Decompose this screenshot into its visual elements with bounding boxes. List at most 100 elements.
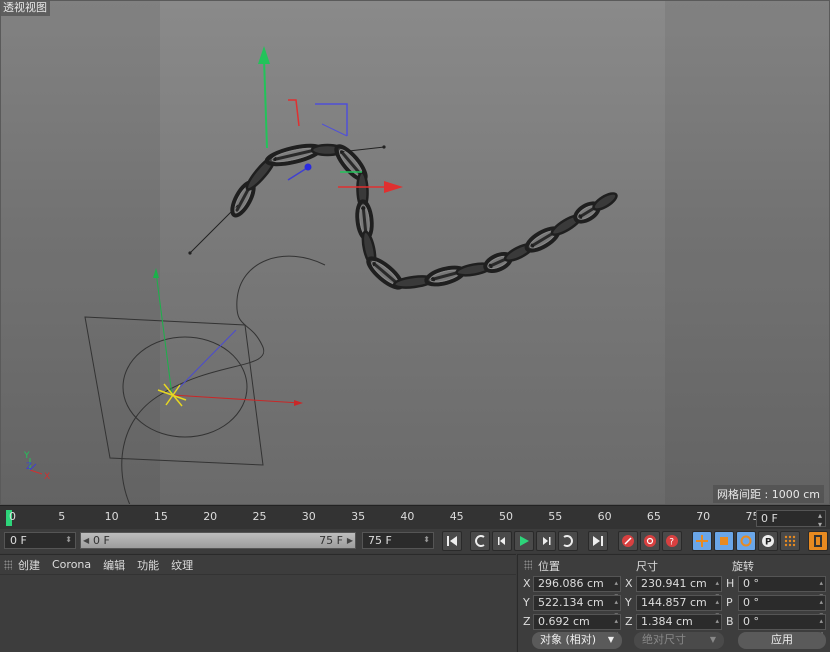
next-frame-icon (543, 537, 551, 545)
timeline-tick-label: 10 (104, 510, 119, 523)
record-keys-button[interactable] (618, 531, 638, 551)
transport-bar: 0 F ⬍ ◀ 0 F 75 F ▶ 75 F ⬍ ? P (0, 529, 830, 553)
next-frame-button[interactable] (536, 531, 556, 551)
key-scale-button[interactable] (714, 531, 734, 551)
svg-text:Y: Y (23, 451, 30, 461)
coord-row-z: Z 0.692 cm▴▾ Z 1.384 cm▴▾ B 0 °▴▾ (518, 613, 830, 638)
key-pla-button[interactable] (780, 531, 800, 551)
rotate-handle-x[interactable] (288, 99, 300, 127)
min-frame-field[interactable]: 0 F ⬍ (4, 532, 76, 549)
chain-link (245, 155, 277, 191)
menu-create[interactable]: 创建 (18, 557, 40, 573)
material-manager-panel[interactable]: 创建 Corona 编辑 功能 纹理 (0, 554, 516, 652)
rotation-h-value: 0 ° (743, 577, 759, 590)
key-param-button[interactable]: P (758, 531, 778, 551)
scene-canvas[interactable]: Y Z X (0, 0, 830, 505)
size-y-value: 144.857 cm (641, 596, 707, 609)
size-mode-value: 绝对尺寸 (642, 633, 686, 646)
coordinate-mode-dropdown[interactable]: 对象 (相对) ▼ (532, 632, 622, 649)
position-z-field[interactable]: 0.692 cm▴▾ (533, 614, 621, 638)
menu-corona[interactable]: Corona (52, 558, 91, 571)
svg-text:P: P (765, 538, 772, 548)
coord-row-x: X 296.086 cm▴▾ X 230.941 cm▴▾ H 0 °▴▾ (518, 575, 830, 600)
position-z-value: 0.692 cm (538, 615, 590, 628)
range-start-value: 0 F (93, 534, 110, 547)
x-axis-arrow[interactable] (384, 181, 403, 193)
apply-button[interactable]: 应用 (738, 632, 826, 649)
position-header: 位置 (538, 560, 560, 573)
panel-grip-icon[interactable] (524, 560, 532, 570)
chain-link (592, 192, 618, 211)
rotation-p-field[interactable]: 0 °▴▾ (738, 595, 826, 619)
timeline-tick-label: 70 (696, 510, 711, 523)
axis-label: Y (625, 596, 632, 609)
goto-end-button[interactable] (588, 531, 608, 551)
axis-label: Z (523, 615, 531, 628)
range-left-arrow-icon[interactable]: ◀ (83, 534, 89, 548)
autokey-button[interactable] (640, 531, 660, 551)
key-position-button[interactable] (692, 531, 712, 551)
range-right-arrow-icon[interactable]: ▶ (347, 534, 353, 548)
menu-texture[interactable]: 纹理 (171, 557, 193, 573)
prev-frame-button[interactable] (492, 531, 512, 551)
spline-axis-gizmo[interactable] (153, 268, 303, 407)
prev-key-button[interactable] (470, 531, 490, 551)
current-frame-value: 0 F (761, 512, 778, 525)
rotation-h-field[interactable]: 0 °▴▾ (738, 576, 826, 600)
max-frame-field[interactable]: 75 F ⬍ (362, 532, 434, 549)
current-frame-field[interactable]: 0 F ▴ ▾ (756, 510, 826, 529)
z-axis-handle[interactable] (304, 163, 312, 171)
size-x-value: 230.941 cm (641, 577, 707, 590)
panel-grip-icon[interactable] (4, 559, 12, 570)
size-mode-dropdown[interactable]: 绝对尺寸 ▼ (634, 632, 724, 649)
move-cross-icon (696, 535, 708, 547)
chain-object[interactable] (228, 142, 619, 292)
frame-range-slider[interactable]: ◀ 0 F 75 F ▶ (80, 532, 356, 549)
position-y-value: 522.134 cm (538, 596, 604, 609)
size-z-value: 1.384 cm (641, 615, 693, 628)
menu-edit[interactable]: 编辑 (103, 557, 125, 573)
menu-function[interactable]: 功能 (137, 557, 159, 573)
material-menubar: 创建 Corona 编辑 功能 纹理 (0, 555, 516, 575)
film-strip-button[interactable] (808, 531, 828, 551)
play-button[interactable] (514, 531, 534, 551)
spin-arrows-icon[interactable]: ⬍ (65, 533, 72, 547)
size-z-field[interactable]: 1.384 cm▴▾ (636, 614, 722, 638)
goto-start-button[interactable] (442, 531, 462, 551)
timeline-tick-label: 20 (203, 510, 218, 523)
spin-arrows-icon[interactable]: ⬍ (423, 533, 430, 547)
axis-label: Y (523, 596, 530, 609)
spin-arrows-icon[interactable]: ▴▾ (818, 511, 822, 529)
timeline-tick-label: 60 (597, 510, 612, 523)
max-frame-value: 75 F (368, 534, 392, 547)
dropdown-arrow-icon: ▼ (709, 635, 716, 644)
position-x-field[interactable]: 296.086 cm▴▾ (533, 576, 621, 600)
perspective-viewport[interactable]: Y Z X 透视视图 网格间距 : 1000 cm (0, 0, 830, 505)
svg-text:?: ? (669, 538, 674, 548)
axis-label: H (726, 577, 735, 590)
keyframe-selection-button[interactable]: ? (662, 531, 682, 551)
timeline-ruler[interactable]: 0 5 10 15 20 25 30 35 40 45 50 55 60 65 70 75 0 F ▴ ▾ (0, 505, 830, 529)
spline-object[interactable] (84, 255, 326, 505)
chain-spine (234, 148, 615, 286)
axis-label: Z (625, 615, 633, 628)
viewport-title[interactable]: 透视视图 (0, 0, 50, 16)
move-gizmo[interactable] (258, 46, 403, 193)
next-key-button[interactable] (558, 531, 578, 551)
prev-key-icon (475, 535, 485, 547)
timeline-tick-label: 15 (153, 510, 168, 523)
goto-end-icon (593, 536, 603, 546)
coordinate-mode-value: 对象 (相对) (540, 633, 597, 646)
size-y-field[interactable]: 144.857 cm▴▾ (636, 595, 722, 619)
timeline-tick-label: 40 (400, 510, 415, 523)
key-rotation-button[interactable] (736, 531, 756, 551)
size-x-field[interactable]: 230.941 cm▴▾ (636, 576, 722, 600)
rotation-b-field[interactable]: 0 °▴▾ (738, 614, 826, 638)
goto-start-icon (447, 536, 457, 546)
prev-frame-icon (498, 537, 505, 545)
plane-handle[interactable] (315, 103, 348, 136)
position-y-field[interactable]: 522.134 cm▴▾ (533, 595, 621, 619)
rotation-b-value: 0 ° (743, 615, 759, 628)
y-axis-arrow[interactable] (258, 46, 270, 64)
frame-ruler[interactable]: 0 5 10 15 20 25 30 35 40 45 50 55 60 65 70 75 (0, 506, 760, 530)
